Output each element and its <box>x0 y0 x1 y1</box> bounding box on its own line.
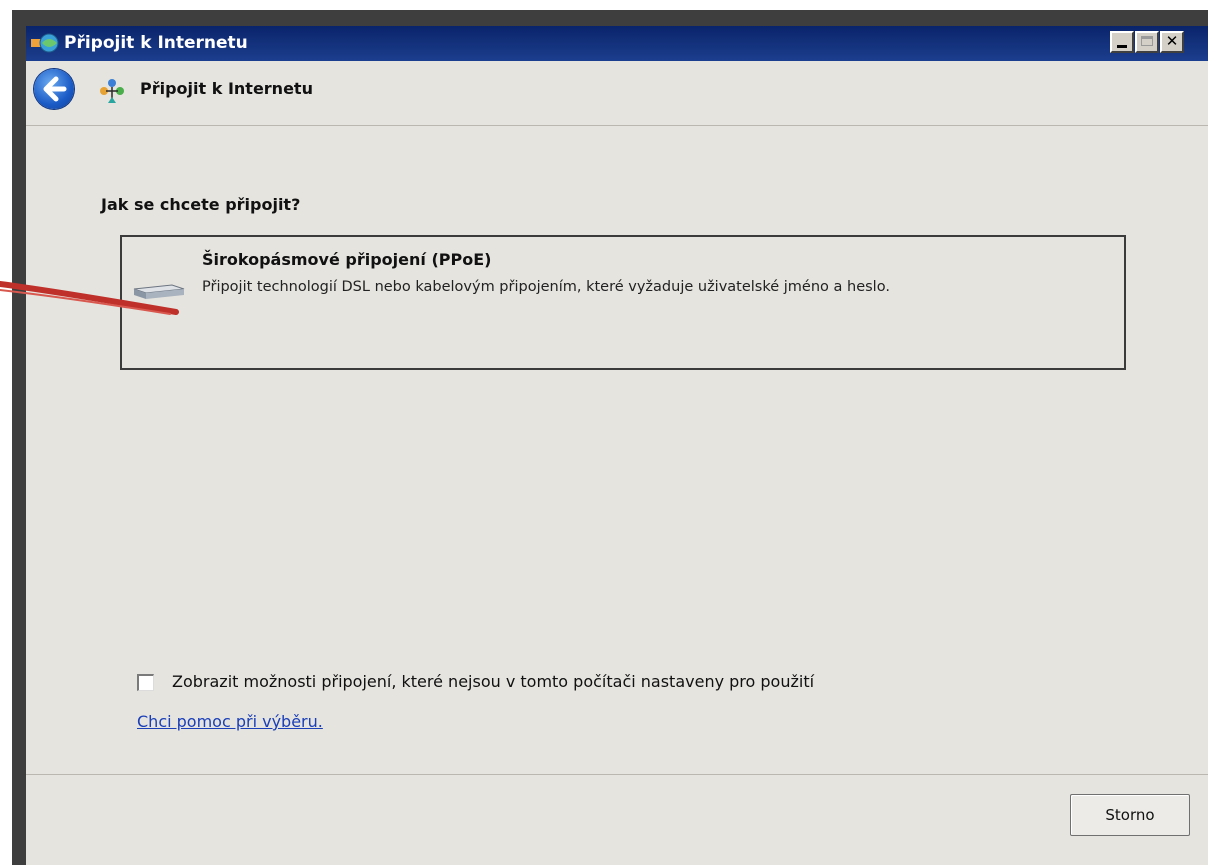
cancel-button[interactable]: Storno <box>1070 794 1190 836</box>
option-description: Připojit technologií DSL nebo kabelovým … <box>202 279 890 295</box>
page-question: Jak se chcete připojit? <box>101 195 301 214</box>
annotation-arrow-icon <box>0 281 179 315</box>
minimize-icon <box>1117 45 1127 48</box>
close-button[interactable]: ✕ <box>1160 31 1184 53</box>
wizard-header: Připojit k Internetu <box>26 61 1208 125</box>
network-globe-icon <box>31 33 59 53</box>
wizard-title: Připojit k Internetu <box>140 79 313 98</box>
network-wizard-icon <box>100 79 124 103</box>
back-button[interactable] <box>34 69 74 109</box>
window-title: Připojit k Internetu <box>64 33 248 53</box>
show-all-options-label[interactable]: Zobrazit možnosti připojení, které nejso… <box>172 672 814 691</box>
option-title: Širokopásmové připojení (PPoE) <box>202 250 492 269</box>
connect-to-internet-window: Připojit k Internetu ✕ Připojit k Intern… <box>26 26 1208 865</box>
back-arrow-icon <box>43 76 67 102</box>
minimize-button[interactable] <box>1110 31 1134 53</box>
wizard-footer: Storno <box>26 775 1208 865</box>
show-all-options-checkbox[interactable] <box>137 674 154 691</box>
maximize-icon <box>1141 36 1153 46</box>
maximize-button[interactable] <box>1135 31 1159 53</box>
close-icon: ✕ <box>1165 32 1179 50</box>
help-choose-link[interactable]: Chci pomoc při výběru. <box>137 712 323 731</box>
broadband-pppoe-option[interactable]: Širokopásmové připojení (PPoE) Připojit … <box>120 235 1126 370</box>
title-bar[interactable]: Připojit k Internetu ✕ <box>26 26 1208 61</box>
wizard-content: Jak se chcete připojit? Širokopásmové př… <box>26 126 1208 774</box>
